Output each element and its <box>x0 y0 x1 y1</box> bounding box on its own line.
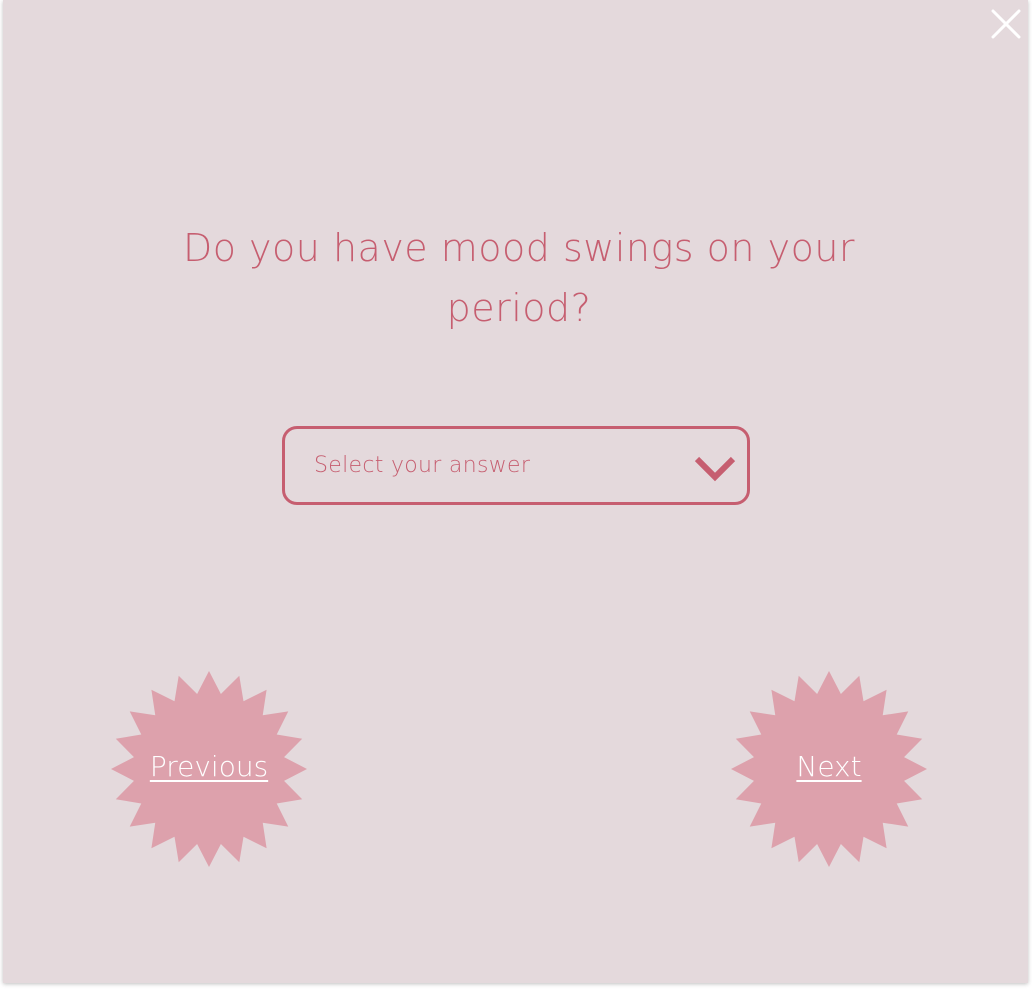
quiz-dialog: Do you have mood swings on your period? … <box>3 0 1028 983</box>
question-heading: Do you have mood swings on your period? <box>182 226 856 330</box>
next-button[interactable]: Next <box>729 669 929 869</box>
answer-select-placeholder: Select your answer <box>314 453 531 478</box>
close-button[interactable] <box>990 8 1022 40</box>
chevron-down-icon <box>693 454 737 482</box>
answer-select[interactable]: Select your answer <box>282 426 750 505</box>
close-icon <box>991 9 1021 39</box>
next-button-label: Next <box>796 750 862 783</box>
previous-button-label: Previous <box>149 750 269 783</box>
previous-button[interactable]: Previous <box>109 669 309 869</box>
